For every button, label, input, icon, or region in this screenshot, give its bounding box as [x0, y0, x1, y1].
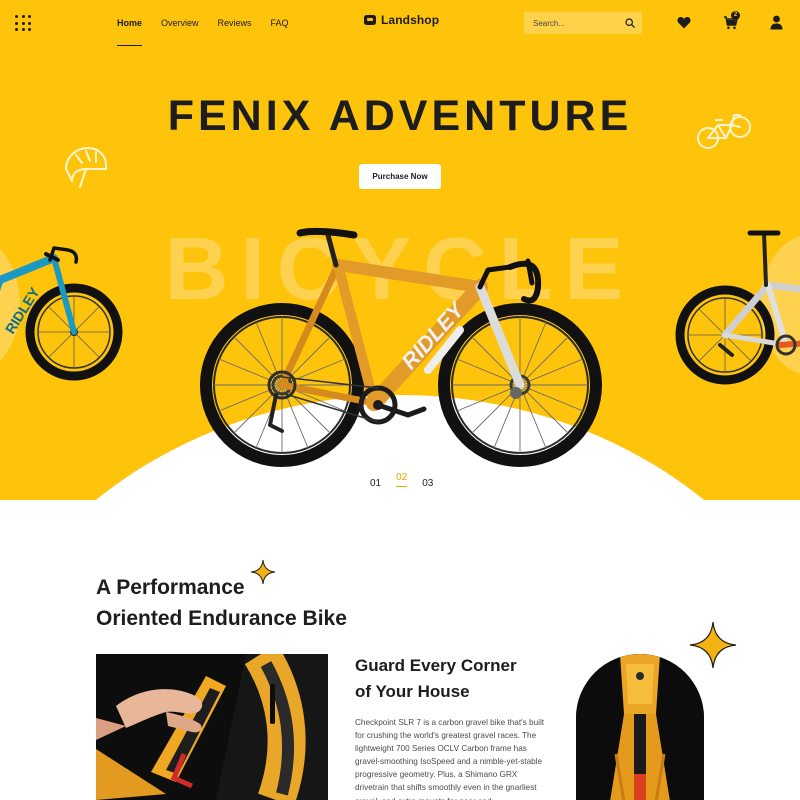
search-icon[interactable] [625, 18, 635, 28]
bike-left-teal[interactable]: RIDLEY [0, 240, 140, 390]
nav-link-home[interactable]: Home [117, 0, 143, 46]
brand-logo-icon [364, 15, 376, 25]
hero-section: BICYCLE FENIX ADVENTURE Purchase Now RID… [0, 0, 800, 500]
bike-right-silver[interactable] [668, 225, 800, 395]
feature-subtitle: Guard Every Corner of Your House [355, 653, 517, 705]
search-input[interactable] [524, 12, 620, 34]
search-box [524, 12, 642, 34]
helmet-icon [65, 147, 107, 188]
feature-photo-fork-detail [576, 654, 704, 800]
nav-link-overview[interactable]: Overview [161, 0, 199, 46]
nav-link-faq[interactable]: FAQ [271, 0, 289, 46]
cart-button[interactable]: 2 [723, 11, 740, 31]
nav-links: Home Overview Reviews FAQ [117, 0, 308, 46]
nav-link-reviews[interactable]: Reviews [218, 0, 252, 46]
slide-dot-02-active[interactable]: 02 [396, 472, 408, 487]
feature-description: Checkpoint SLR 7 is a carbon gravel bike… [355, 718, 545, 800]
hero-title: FENIX ADVENTURE [167, 92, 633, 140]
slide-dot-03[interactable]: 03 [422, 478, 433, 489]
sparkle-icon [250, 559, 276, 585]
grid-menu-icon[interactable] [15, 15, 31, 31]
section-title-line2: Oriented Endurance Bike [96, 607, 347, 630]
bike-main-ridley[interactable]: RIDLEY [198, 225, 602, 483]
cart-count-badge: 2 [731, 11, 740, 20]
slide-pagination: 01 02 03 [370, 472, 448, 489]
bicycle-outline-icon [697, 114, 751, 149]
feature-subtitle-line1: Guard Every Corner [355, 656, 517, 675]
feature-subtitle-line2: of Your House [355, 682, 470, 701]
section-title: A Performance Oriented Endurance Bike [96, 572, 347, 634]
top-navbar: Home Overview Reviews FAQ Landshop 2 [0, 0, 800, 46]
sparkle-icon-large [689, 621, 737, 669]
section-title-line1: A Performance [96, 576, 245, 599]
heart-icon[interactable] [677, 16, 691, 29]
slide-dot-01[interactable]: 01 [370, 478, 381, 489]
brand-name: Landshop [381, 13, 440, 27]
brand-logo[interactable]: Landshop [363, 13, 439, 27]
user-icon[interactable] [770, 15, 783, 30]
purchase-now-button[interactable]: Purchase Now [359, 164, 441, 189]
feature-photo-frame-detail [96, 654, 328, 800]
